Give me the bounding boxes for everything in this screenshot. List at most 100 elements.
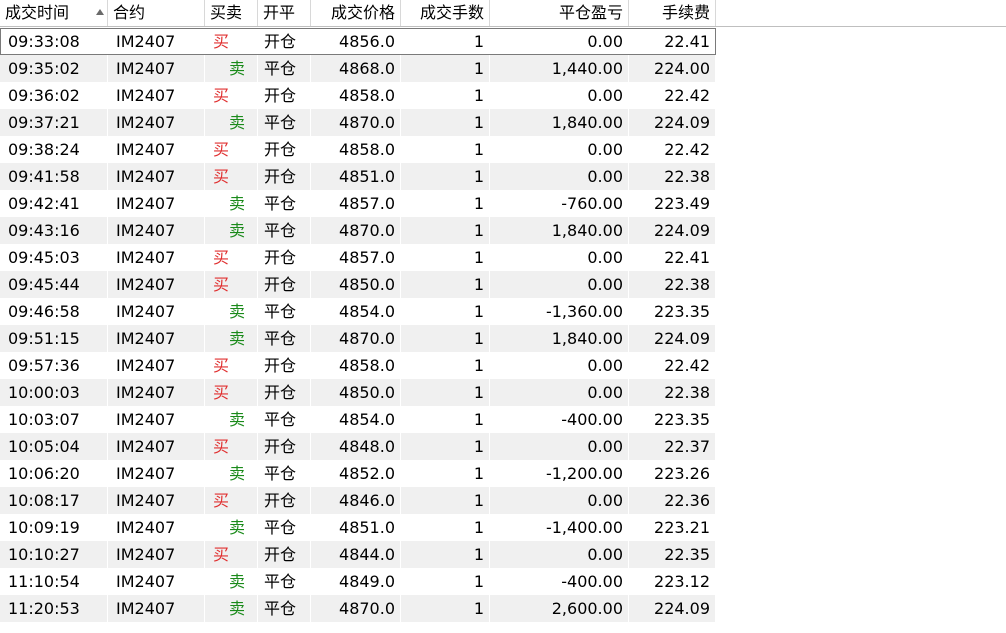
col-header-label: 合约 — [113, 3, 146, 22]
cell-time: 09:46:58 — [0, 298, 108, 325]
cell-qty: 1 — [401, 325, 490, 352]
cell-open-close: 平仓 — [258, 217, 311, 244]
table-row[interactable]: 10:09:19 IM2407 卖平仓 4851.0 1 -1,400.00 223.21 — [0, 514, 716, 541]
cell-contract: IM2407 — [108, 433, 205, 460]
cell-open-close: 平仓 — [258, 325, 311, 352]
col-header-qty[interactable]: 成交手数 — [401, 0, 490, 26]
cell-side: 卖 — [205, 568, 258, 595]
cell-price: 4848.0 — [311, 433, 401, 460]
cell-contract: IM2407 — [108, 136, 205, 163]
cell-contract: IM2407 — [108, 190, 205, 217]
cell-open-close: 平仓 — [258, 406, 311, 433]
table-row[interactable]: 09:51:15 IM2407 卖平仓 4870.0 1 1,840.00 224.09 — [0, 325, 716, 352]
cell-time: 09:42:41 — [0, 190, 108, 217]
col-header-pnl[interactable]: 平仓盈亏 — [490, 0, 629, 26]
cell-pnl: 0.00 — [490, 379, 629, 406]
cell-open-close: 平仓 — [258, 460, 311, 487]
table-row[interactable]: 09:38:24 IM2407 买开仓 4858.0 1 0.00 22.42 — [0, 136, 716, 163]
cell-side: 卖 — [205, 55, 258, 82]
cell-qty: 1 — [401, 244, 490, 271]
cell-fee: 224.09 — [629, 109, 716, 136]
cell-pnl: 1,840.00 — [490, 109, 629, 136]
cell-price: 4870.0 — [311, 595, 401, 622]
cell-pnl: 0.00 — [490, 433, 629, 460]
cell-price: 4868.0 — [311, 55, 401, 82]
cell-fee: 22.41 — [629, 244, 716, 271]
cell-time: 09:57:36 — [0, 352, 108, 379]
cell-qty: 1 — [401, 217, 490, 244]
cell-price: 4850.0 — [311, 271, 401, 298]
table-body: 09:33:08 IM2407 买开仓 4856.0 1 0.00 22.41 09:35:0… — [0, 28, 716, 622]
table-row[interactable]: 10:06:20 IM2407 卖平仓 4852.0 1 -1,200.00 223.26 — [0, 460, 716, 487]
trade-records-grid: 成交时间 合约 买卖 开平 成交价格 成交手数 平仓盈亏 手续费 09:33:0… — [0, 0, 1006, 633]
table-row[interactable]: 10:03:07 IM2407 卖平仓 4854.0 1 -400.00 223.35 — [0, 406, 716, 433]
cell-contract: IM2407 — [108, 568, 205, 595]
cell-time: 11:20:53 — [0, 595, 108, 622]
cell-fee: 22.38 — [629, 163, 716, 190]
table-row[interactable]: 09:41:58 IM2407 买开仓 4851.0 1 0.00 22.38 — [0, 163, 716, 190]
cell-side: 卖 — [205, 190, 258, 217]
cell-time: 09:45:44 — [0, 271, 108, 298]
cell-contract: IM2407 — [108, 514, 205, 541]
table-row[interactable]: 10:10:27 IM2407 买开仓 4844.0 1 0.00 22.35 — [0, 541, 716, 568]
cell-qty: 1 — [401, 568, 490, 595]
cell-open-close: 平仓 — [258, 514, 311, 541]
table-row[interactable]: 09:45:03 IM2407 买开仓 4857.0 1 0.00 22.41 — [0, 244, 716, 271]
table-row[interactable]: 09:37:21 IM2407 卖平仓 4870.0 1 1,840.00 224.09 — [0, 109, 716, 136]
cell-side: 卖 — [205, 217, 258, 244]
col-header-label: 成交价格 — [330, 3, 395, 22]
table-row[interactable]: 09:43:16 IM2407 卖平仓 4870.0 1 1,840.00 224.09 — [0, 217, 716, 244]
cell-open-close: 开仓 — [258, 136, 311, 163]
cell-price: 4846.0 — [311, 487, 401, 514]
table-row[interactable]: 11:20:53 IM2407 卖平仓 4870.0 1 2,600.00 224.09 — [0, 595, 716, 622]
cell-qty: 1 — [401, 595, 490, 622]
cell-qty: 1 — [401, 163, 490, 190]
cell-side: 买 — [205, 541, 258, 568]
table-row[interactable]: 09:45:44 IM2407 买开仓 4850.0 1 0.00 22.38 — [0, 271, 716, 298]
cell-time: 10:06:20 — [0, 460, 108, 487]
cell-contract: IM2407 — [108, 487, 205, 514]
table-row[interactable]: 09:35:02 IM2407 卖平仓 4868.0 1 1,440.00 224.00 — [0, 55, 716, 82]
cell-time: 09:51:15 — [0, 325, 108, 352]
cell-fee: 22.42 — [629, 82, 716, 109]
table-row[interactable]: 09:36:02 IM2407 买开仓 4858.0 1 0.00 22.42 — [0, 82, 716, 109]
cell-fee: 22.42 — [629, 136, 716, 163]
col-header-side[interactable]: 买卖 — [205, 0, 258, 26]
cell-side: 卖 — [205, 595, 258, 622]
table-row[interactable]: 10:05:04 IM2407 买开仓 4848.0 1 0.00 22.37 — [0, 433, 716, 460]
col-header-time[interactable]: 成交时间 — [0, 0, 108, 26]
col-header-fee[interactable]: 手续费 — [629, 0, 716, 26]
cell-time: 09:35:02 — [0, 55, 108, 82]
cell-pnl: 0.00 — [490, 163, 629, 190]
table-row[interactable]: 09:57:36 IM2407 买开仓 4858.0 1 0.00 22.42 — [0, 352, 716, 379]
table-row[interactable]: 11:10:54 IM2407 卖平仓 4849.0 1 -400.00 223.12 — [0, 568, 716, 595]
cell-open-close: 开仓 — [258, 541, 311, 568]
cell-open-close: 开仓 — [258, 244, 311, 271]
cell-price: 4850.0 — [311, 379, 401, 406]
cell-contract: IM2407 — [108, 298, 205, 325]
cell-fee: 224.00 — [629, 55, 716, 82]
col-header-contract[interactable]: 合约 — [108, 0, 205, 26]
cell-fee: 22.38 — [629, 271, 716, 298]
cell-contract: IM2407 — [108, 460, 205, 487]
cell-time: 10:03:07 — [0, 406, 108, 433]
cell-time: 09:38:24 — [0, 136, 108, 163]
table-row[interactable]: 10:00:03 IM2407 买开仓 4850.0 1 0.00 22.38 — [0, 379, 716, 406]
cell-time: 10:05:04 — [0, 433, 108, 460]
cell-price: 4851.0 — [311, 514, 401, 541]
table-row[interactable]: 09:46:58 IM2407 卖平仓 4854.0 1 -1,360.00 223.35 — [0, 298, 716, 325]
cell-contract: IM2407 — [108, 271, 205, 298]
table-row[interactable]: 10:08:17 IM2407 买开仓 4846.0 1 0.00 22.36 — [0, 487, 716, 514]
cell-contract: IM2407 — [108, 55, 205, 82]
cell-pnl: 1,840.00 — [490, 325, 629, 352]
cell-pnl: -760.00 — [490, 190, 629, 217]
cell-time: 10:08:17 — [0, 487, 108, 514]
cell-contract: IM2407 — [108, 325, 205, 352]
cell-price: 4852.0 — [311, 460, 401, 487]
col-header-open-close[interactable]: 开平 — [258, 0, 311, 26]
cell-contract: IM2407 — [108, 379, 205, 406]
cell-pnl: -400.00 — [490, 568, 629, 595]
col-header-price[interactable]: 成交价格 — [311, 0, 401, 26]
table-row[interactable]: 09:33:08 IM2407 买开仓 4856.0 1 0.00 22.41 — [0, 28, 716, 55]
table-row[interactable]: 09:42:41 IM2407 卖平仓 4857.0 1 -760.00 223.49 — [0, 190, 716, 217]
